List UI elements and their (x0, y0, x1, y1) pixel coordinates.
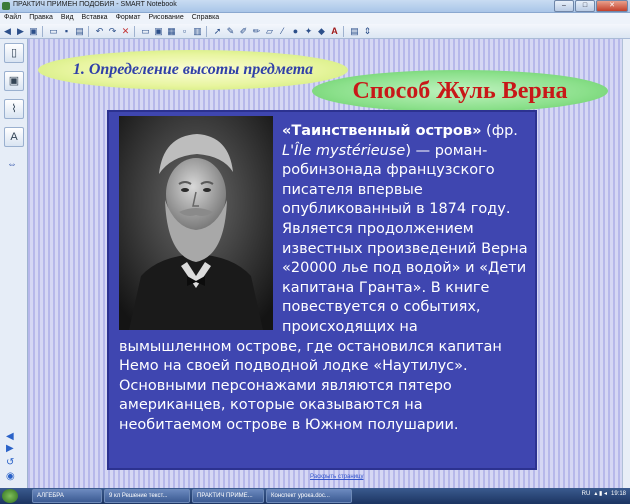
title-bar: ПРАКТИЧ ПРИМЕН ПОДОБИЯ - SMART Notebook … (0, 0, 630, 13)
magic-pen-icon[interactable]: ✦ (303, 26, 314, 37)
attachments-icon[interactable]: ⌇ (4, 99, 24, 119)
minimize-button[interactable]: – (554, 0, 574, 12)
redo-icon[interactable]: ↷ (107, 26, 118, 37)
pen-icon[interactable]: ✎ (225, 26, 236, 37)
content-box[interactable]: «Таинственный остров» (фр. L'Île mystéri… (107, 110, 537, 470)
toolbar-separator (343, 25, 344, 37)
delete-icon[interactable]: ✕ (120, 26, 131, 37)
novel-description[interactable]: «Таинственный остров» (фр. L'Île mystéri… (119, 122, 529, 436)
next-page-icon[interactable]: ▶ (6, 443, 14, 454)
page-sorter-icon[interactable]: ▯ (4, 43, 24, 63)
document-camera-icon[interactable]: ▫ (179, 26, 190, 37)
back-icon[interactable]: ◀ (2, 26, 13, 37)
paste-icon[interactable]: ▤ (74, 26, 85, 37)
insert-table-icon[interactable]: ▥ (192, 26, 203, 37)
previous-page-icon[interactable]: ◀ (6, 431, 14, 442)
text-part-1: (фр. (481, 123, 518, 139)
page-options-icon[interactable]: ◉ (6, 471, 15, 482)
menu-format[interactable]: Формат (112, 13, 145, 24)
menu-file[interactable]: Файл (0, 13, 25, 24)
highlighter-icon[interactable]: ✏ (251, 26, 262, 37)
toolbar-separator (134, 25, 135, 37)
language-indicator[interactable]: RU (582, 491, 591, 497)
novel-title: «Таинственный остров» (282, 123, 482, 139)
undo-icon[interactable]: ↶ (94, 26, 105, 37)
save-icon[interactable]: ▪ (61, 26, 72, 37)
portrait-spacer (119, 122, 282, 332)
novel-original-title: L'Île mystérieuse (282, 142, 406, 159)
toolbar-separator (42, 25, 43, 37)
full-screen-icon[interactable]: ▣ (153, 26, 164, 37)
slide-canvas[interactable]: 1. Определение высоты предмета Способ Жу… (28, 39, 623, 488)
menu-edit[interactable]: Правка (25, 13, 57, 24)
move-toolbar-icon[interactable]: ⇕ (362, 26, 373, 37)
fill-icon[interactable]: ◆ (316, 26, 327, 37)
start-button[interactable] (2, 489, 18, 503)
window-controls: – □ ✕ (553, 0, 628, 12)
smart-notebook-icon (2, 2, 10, 10)
menu-view[interactable]: Вид (57, 13, 78, 24)
screen-capture-icon[interactable]: ▦ (166, 26, 177, 37)
tray-icons[interactable]: ▴ ▮ ◂ (594, 490, 607, 497)
open-folder-icon[interactable]: ▭ (48, 26, 59, 37)
eraser-icon[interactable]: ▱ (264, 26, 275, 37)
subtitle-oval[interactable]: 1. Определение высоты предмета (38, 50, 348, 90)
maximize-button[interactable]: □ (575, 0, 595, 12)
taskbar-item-algebra[interactable]: АЛГЕБРА (32, 489, 102, 503)
forward-icon[interactable]: ▶ (15, 26, 26, 37)
add-page-icon[interactable]: ▣ (28, 26, 39, 37)
system-tray: RU ▴ ▮ ◂ 19:18 (582, 490, 626, 498)
creative-pen-icon[interactable]: ✐ (238, 26, 249, 37)
refresh-icon[interactable]: ↺ (6, 457, 14, 468)
side-panel: ▯ ▣ ⌇ A ⇔ ◀ ▶ ↺ ◉ (0, 39, 28, 488)
taskbar-item-smart[interactable]: ПРАКТИЧ ПРИМЕ... (192, 489, 264, 503)
toolbar: ◀ ▶ ▣ ▭ ▪ ▤ ↶ ↷ ✕ ▭ ▣ ▦ ▫ ▥ ➚ ✎ ✐ ✏ ▱ ⁄ … (0, 24, 630, 39)
vertical-scrollbar[interactable] (622, 39, 630, 488)
select-pointer-icon[interactable]: ➚ (212, 26, 223, 37)
line-icon[interactable]: ⁄ (277, 26, 288, 37)
gallery-icon[interactable]: ▣ (4, 71, 24, 91)
toolbar-separator (88, 25, 89, 37)
close-button[interactable]: ✕ (596, 0, 628, 12)
clock[interactable]: 19:18 (611, 491, 626, 497)
shapes-icon[interactable]: ● (290, 26, 301, 37)
screen-shade-icon[interactable]: ▭ (140, 26, 151, 37)
menu-draw[interactable]: Рисование (144, 13, 187, 24)
properties-tab-icon[interactable]: A (4, 127, 24, 147)
method-title: Способ Жуль Верна (352, 77, 568, 104)
taskbar-item-lesson-plan[interactable]: Конспект урока.doc... (266, 489, 352, 503)
reveal-page-link[interactable]: Раскрыть страницу (310, 474, 363, 480)
text-icon[interactable]: A (329, 26, 340, 37)
menu-help[interactable]: Справка (188, 13, 223, 24)
collapse-panel-icon[interactable]: ⇔ (7, 159, 17, 170)
window-title: ПРАКТИЧ ПРИМЕН ПОДОБИЯ - SMART Notebook (13, 1, 177, 8)
properties-icon[interactable]: ▤ (349, 26, 360, 37)
menu-bar: Файл Правка Вид Вставка Формат Рисование… (0, 13, 630, 24)
taskbar: АЛГЕБРА 9 кл Решение текст... ПРАКТИЧ ПР… (0, 488, 630, 504)
taskbar-item-solutions[interactable]: 9 кл Решение текст... (104, 489, 190, 503)
slide-subtitle: 1. Определение высоты предмета (72, 61, 314, 78)
toolbar-separator (206, 25, 207, 37)
menu-insert[interactable]: Вставка (78, 13, 112, 24)
method-title-oval[interactable]: Способ Жуль Верна (312, 70, 608, 112)
